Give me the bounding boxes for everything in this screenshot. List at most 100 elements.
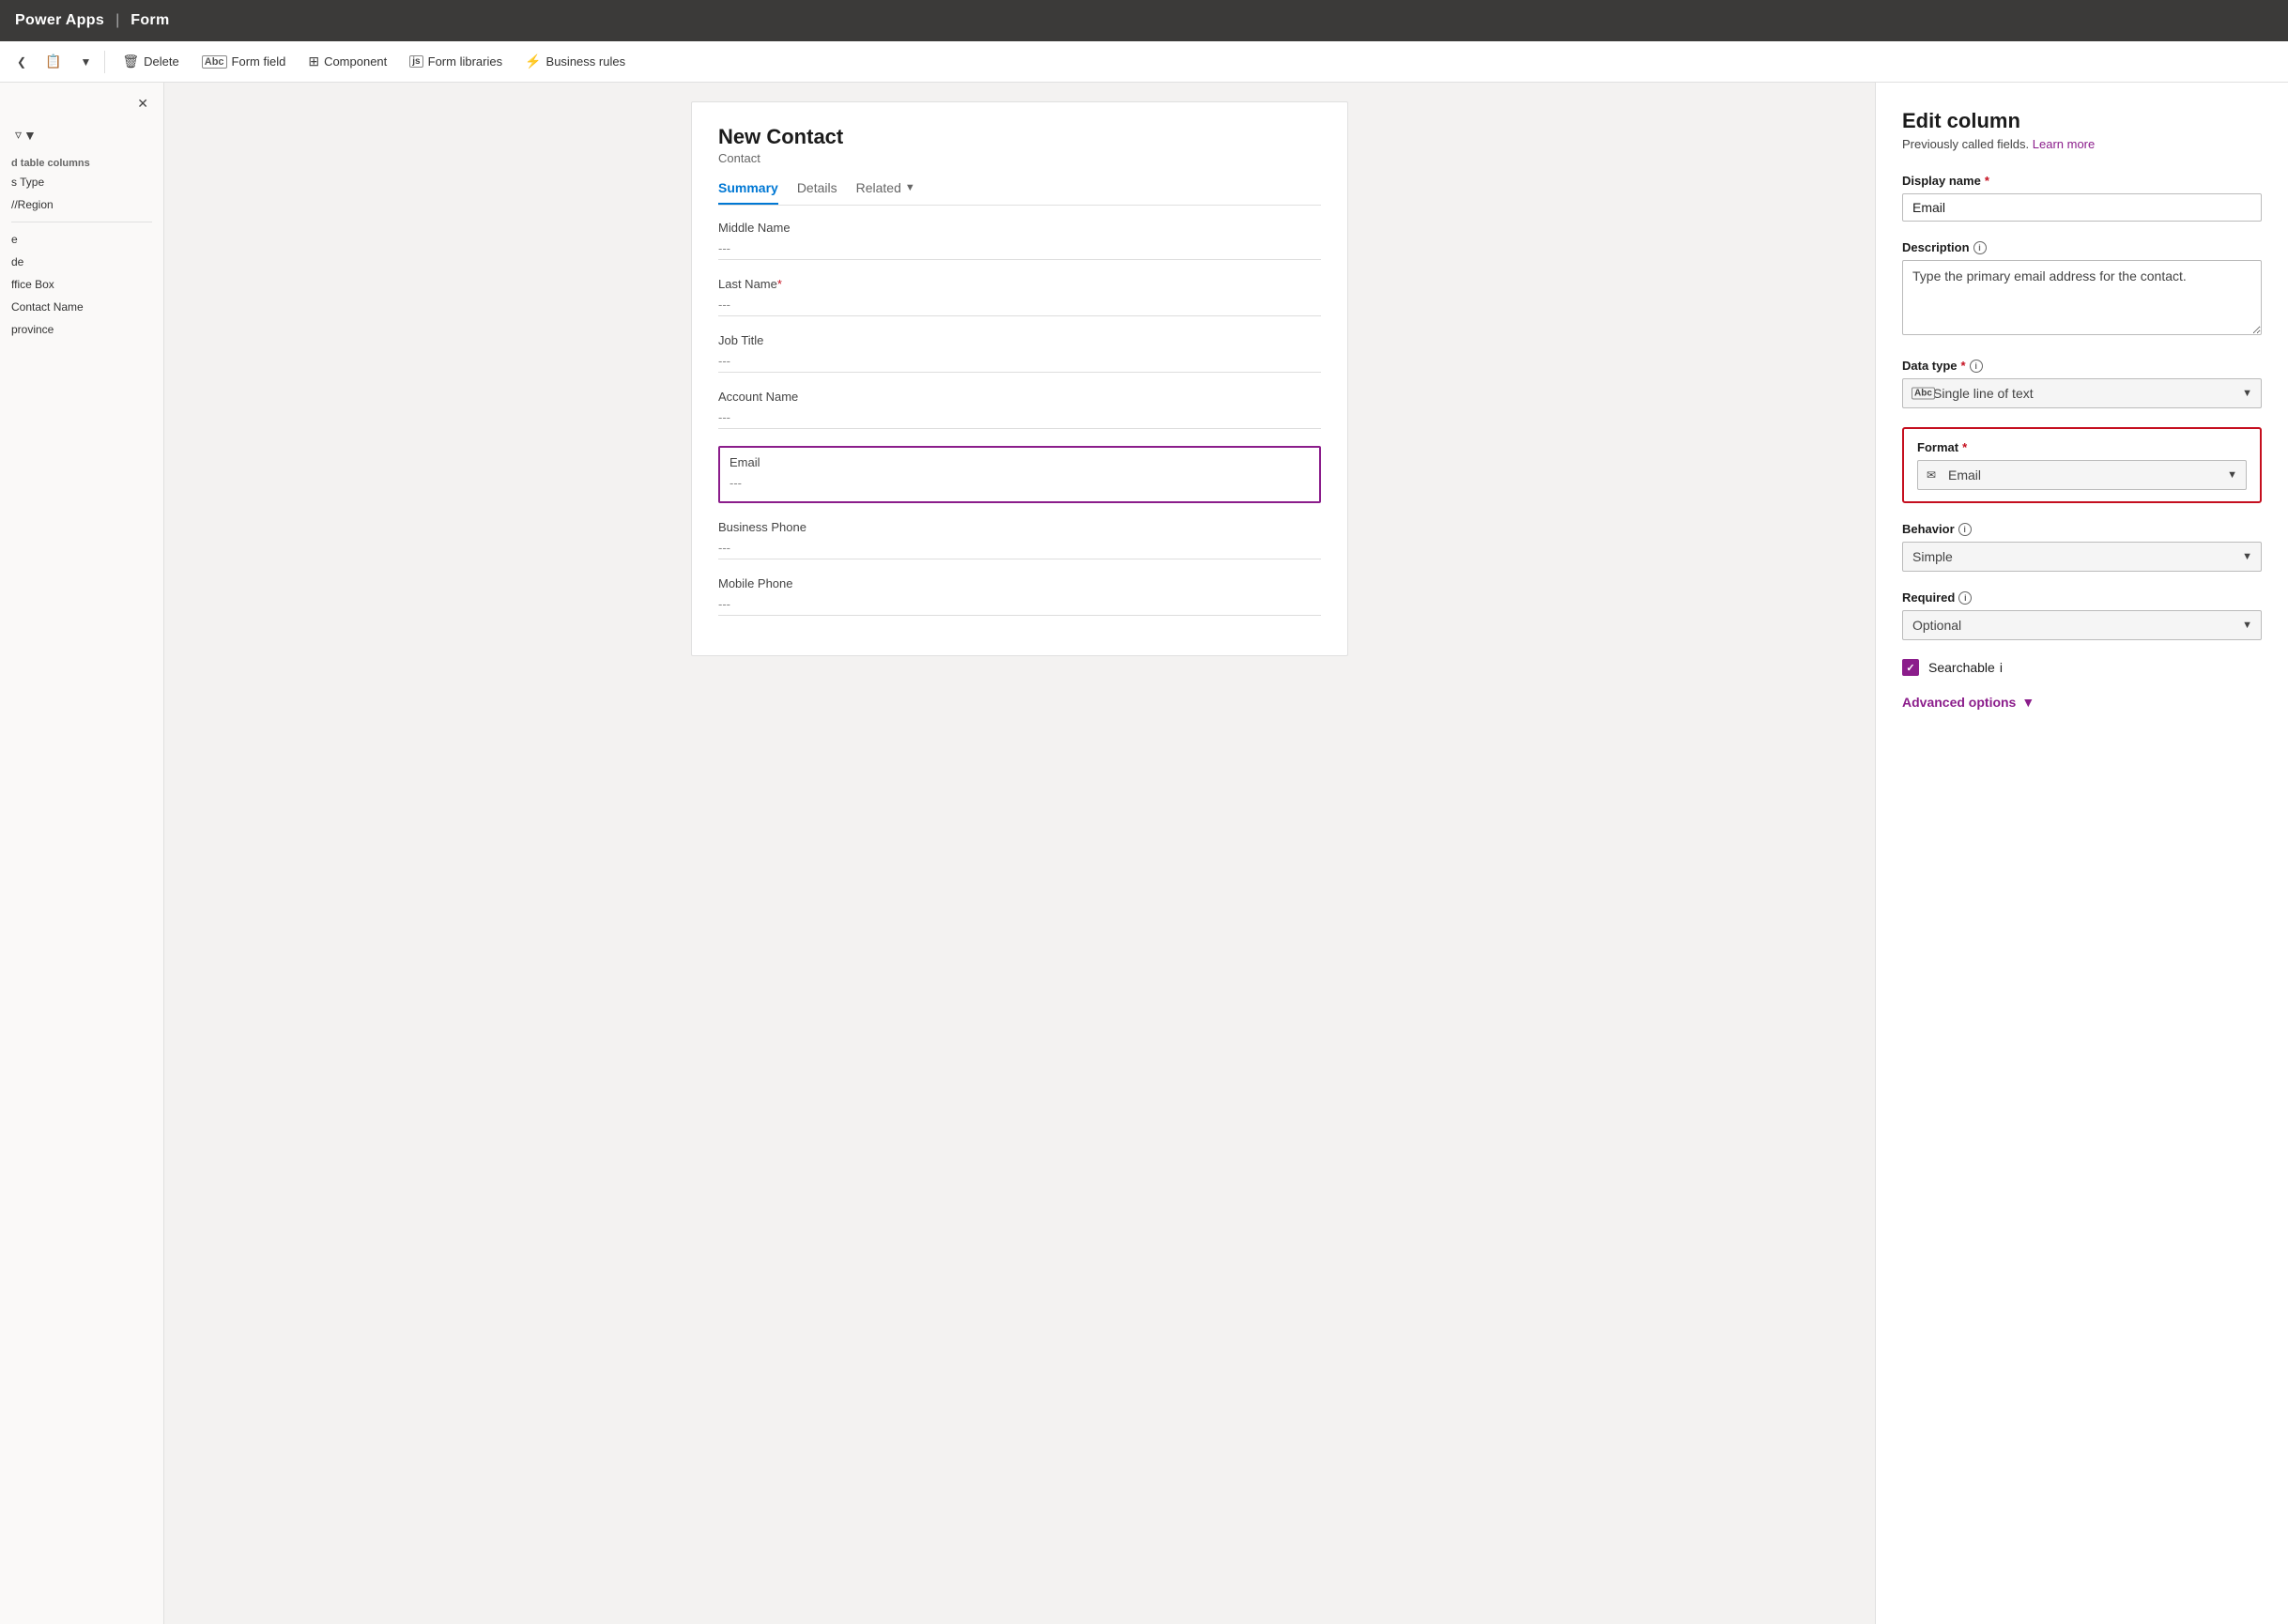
delete-button[interactable]: 🗑 Delete: [113, 50, 188, 73]
description-info-icon: i: [1973, 241, 1987, 254]
top-bar: Power Apps | Form: [0, 0, 2288, 41]
behavior-label: Behavior i: [1902, 522, 2262, 536]
main-area: ✕ ▿ ▼ d table columns s Type //Region e …: [0, 83, 2288, 1624]
sidebar-item-label: //Region: [11, 198, 54, 211]
format-select-wrapper: ✉ Email ▼: [1917, 460, 2247, 490]
data-type-section: Data type * i Abc Single line of text ▼: [1902, 359, 2262, 408]
advanced-options-chevron-icon: ▼: [2021, 695, 2035, 710]
business-rules-label: Business rules: [546, 54, 626, 69]
title-separator: |: [115, 12, 119, 29]
field-value-last-name: ---: [718, 294, 1321, 316]
display-name-label: Display name *: [1902, 174, 2262, 188]
data-type-select-wrapper: Abc Single line of text ▼: [1902, 378, 2262, 408]
filter-button[interactable]: ▿ ▼: [11, 125, 40, 145]
right-panel: Edit column Previously called fields. Le…: [1875, 83, 2288, 1624]
field-job-title: Job Title ---: [718, 333, 1321, 373]
description-textarea[interactable]: Type the primary email address for the c…: [1902, 260, 2262, 335]
close-sidebar-button[interactable]: ✕: [133, 94, 152, 114]
component-button[interactable]: ⊞ Component: [299, 50, 396, 73]
sidebar-item-contactname[interactable]: Contact Name: [0, 296, 163, 318]
filter-chevron-icon: ▼: [23, 128, 37, 143]
searchable-checkbox[interactable]: ✓: [1902, 659, 1919, 676]
form-field-label: Form field: [232, 54, 286, 69]
form-canvas: New Contact Contact Summary Details Rela…: [164, 83, 1875, 1624]
form-title: New Contact: [718, 125, 1321, 149]
field-label-email: Email: [729, 455, 1310, 469]
sidebar-item-label: Contact Name: [11, 300, 84, 314]
searchable-info-icon: i: [2000, 660, 2003, 675]
sidebar-item-3[interactable]: e: [0, 228, 163, 251]
panel-title: Edit column: [1902, 109, 2262, 133]
description-label: Description i: [1902, 240, 2262, 254]
format-label: Format *: [1917, 440, 2247, 454]
display-name-required-marker: *: [1985, 174, 1989, 188]
display-name-section: Display name *: [1902, 174, 2262, 222]
advanced-options-row[interactable]: Advanced options ▼: [1902, 695, 2262, 710]
learn-more-link[interactable]: Learn more: [2033, 137, 2095, 151]
data-type-label: Data type * i: [1902, 359, 2262, 373]
sidebar-item-label: s Type: [11, 176, 44, 189]
field-business-phone: Business Phone ---: [718, 520, 1321, 559]
component-label: Component: [324, 54, 387, 69]
sidebar-section-title: d table columns: [0, 152, 163, 171]
display-name-input[interactable]: [1902, 193, 2262, 222]
sidebar: ✕ ▿ ▼ d table columns s Type //Region e …: [0, 83, 164, 1624]
back-button[interactable]: ❮: [11, 52, 32, 72]
field-label-middle-name: Middle Name: [718, 221, 1321, 235]
field-email[interactable]: Email ---: [718, 446, 1321, 503]
required-label: Required i: [1902, 590, 2262, 605]
toolbar-dropdown-button[interactable]: ▼: [75, 52, 98, 72]
panel-subtitle: Previously called fields. Learn more: [1902, 137, 2262, 151]
field-mobile-phone: Mobile Phone ---: [718, 576, 1321, 616]
app-section: Form: [131, 12, 169, 29]
behavior-info-icon: i: [1958, 523, 1972, 536]
copy-icon: 📋: [45, 54, 61, 69]
business-rules-button[interactable]: ⚡ Business rules: [515, 50, 635, 73]
copy-button[interactable]: 📋: [36, 50, 70, 73]
component-icon: ⊞: [308, 54, 319, 69]
filter-icon: ▿: [15, 127, 22, 143]
toolbar: ❮ 📋 ▼ 🗑 Delete Abc Form field ⊞ Componen…: [0, 41, 2288, 83]
form-fields: Middle Name --- Last Name* --- Job Title…: [718, 221, 1321, 616]
tab-details[interactable]: Details: [797, 180, 837, 205]
sidebar-item-label: e: [11, 233, 18, 246]
related-chevron-icon: ▼: [905, 182, 915, 193]
data-type-select[interactable]: Single line of text: [1902, 378, 2262, 408]
checkbox-check-icon: ✓: [1906, 662, 1914, 674]
required-info-icon: i: [1958, 591, 1972, 605]
data-type-required-marker: *: [1961, 359, 1966, 373]
field-label-mobile-phone: Mobile Phone: [718, 576, 1321, 590]
description-section: Description i Type the primary email add…: [1902, 240, 2262, 340]
sidebar-item-label: de: [11, 255, 23, 268]
sidebar-item-region[interactable]: //Region: [0, 193, 163, 216]
sidebar-item-stype[interactable]: s Type: [0, 171, 163, 193]
searchable-row: ✓ Searchable i: [1902, 659, 2262, 676]
tab-related[interactable]: Related ▼: [856, 180, 915, 205]
sidebar-filter-area: ▿ ▼: [0, 121, 163, 152]
field-value-middle-name: ---: [718, 237, 1321, 260]
field-account-name: Account Name ---: [718, 390, 1321, 429]
behavior-select[interactable]: Simple: [1902, 542, 2262, 572]
form-tabs: Summary Details Related ▼: [718, 180, 1321, 206]
field-value-business-phone: ---: [718, 537, 1321, 559]
sidebar-item-4[interactable]: de: [0, 251, 163, 273]
sidebar-item-label: ffice Box: [11, 278, 54, 291]
form-libraries-button[interactable]: js Form libraries: [400, 51, 512, 72]
field-label-account-name: Account Name: [718, 390, 1321, 404]
form-libraries-label: Form libraries: [428, 54, 502, 69]
form-field-button[interactable]: Abc Form field: [192, 51, 296, 72]
format-section: Format * ✉ Email ▼: [1902, 427, 2262, 503]
required-select-wrapper: Optional ▼: [1902, 610, 2262, 640]
format-select[interactable]: Email: [1917, 460, 2247, 490]
sidebar-item-label: province: [11, 323, 54, 336]
form-subtitle: Contact: [718, 151, 1321, 165]
required-select[interactable]: Optional: [1902, 610, 2262, 640]
sidebar-close-area: ✕: [0, 90, 163, 121]
field-label-job-title: Job Title: [718, 333, 1321, 347]
field-label-last-name: Last Name*: [718, 277, 1321, 291]
behavior-select-wrapper: Simple ▼: [1902, 542, 2262, 572]
sidebar-item-province[interactable]: province: [0, 318, 163, 341]
format-required-marker: *: [1962, 440, 1967, 454]
tab-summary[interactable]: Summary: [718, 180, 778, 205]
sidebar-item-officebox[interactable]: ffice Box: [0, 273, 163, 296]
